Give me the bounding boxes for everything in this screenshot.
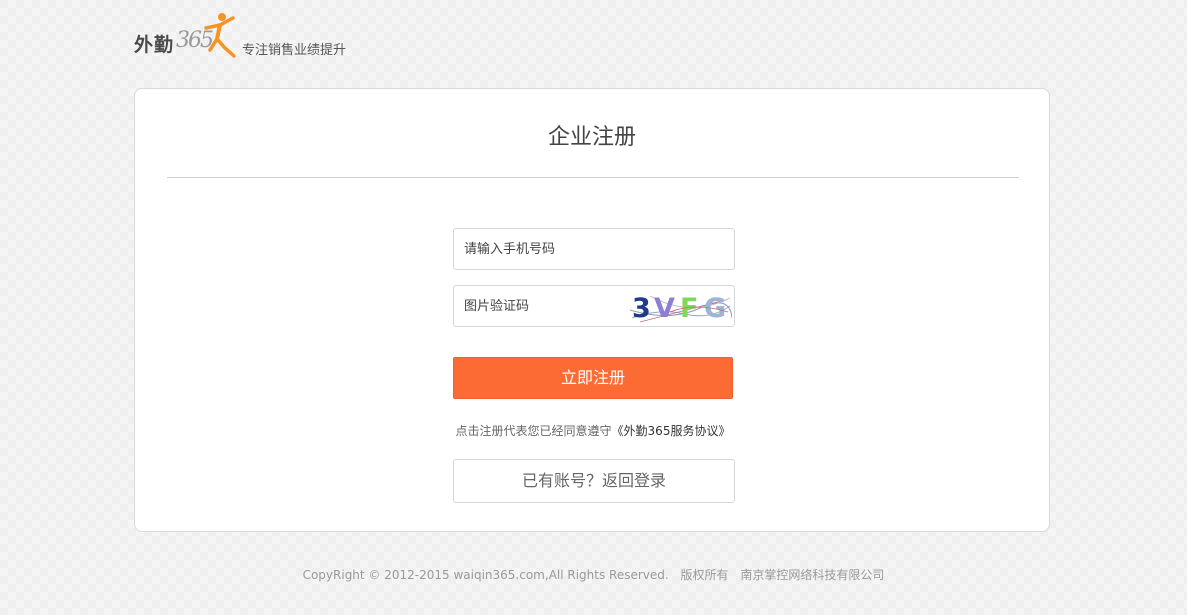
- phone-field-wrapper: [453, 228, 735, 270]
- captcha-char-1: 3: [632, 293, 651, 324]
- running-figure-icon: [204, 13, 236, 58]
- captcha-char-2: V: [654, 293, 675, 324]
- captcha-input[interactable]: [454, 286, 624, 326]
- company-name: 南京掌控网络科技有限公司: [740, 568, 885, 582]
- phone-input[interactable]: [454, 229, 734, 269]
- title-divider: [167, 177, 1019, 178]
- logo-slogan: 专注销售业绩提升: [242, 43, 347, 58]
- service-agreement-link[interactable]: 《外勤365服务协议》: [612, 424, 731, 438]
- site-logo: 外勤 365 专注销售业绩提升: [134, 12, 374, 60]
- footer: CopyRight © 2012-2015 waiqin365.com,All …: [0, 566, 1187, 583]
- copyright-text: CopyRight © 2012-2015 waiqin365.com,All …: [302, 568, 669, 582]
- agreement-prefix: 点击注册代表您已经同意遵守: [455, 424, 612, 438]
- register-button[interactable]: 立即注册: [453, 357, 733, 399]
- register-card: 企业注册 3 V F G 立即注册 点击注册代表您已经同意遵守《外勤365服务协…: [134, 88, 1050, 532]
- page-title: 企业注册: [547, 125, 636, 150]
- rights-text: 版权所有: [680, 568, 729, 582]
- agreement-text: 点击注册代表您已经同意遵守《外勤365服务协议》: [135, 422, 1051, 439]
- back-to-login-button[interactable]: 已有账号？返回登录: [453, 459, 735, 503]
- captcha-image[interactable]: 3 V F G: [630, 288, 732, 324]
- captcha-field-wrapper: 3 V F G: [453, 285, 735, 327]
- logo-text: 外勤: [134, 34, 175, 56]
